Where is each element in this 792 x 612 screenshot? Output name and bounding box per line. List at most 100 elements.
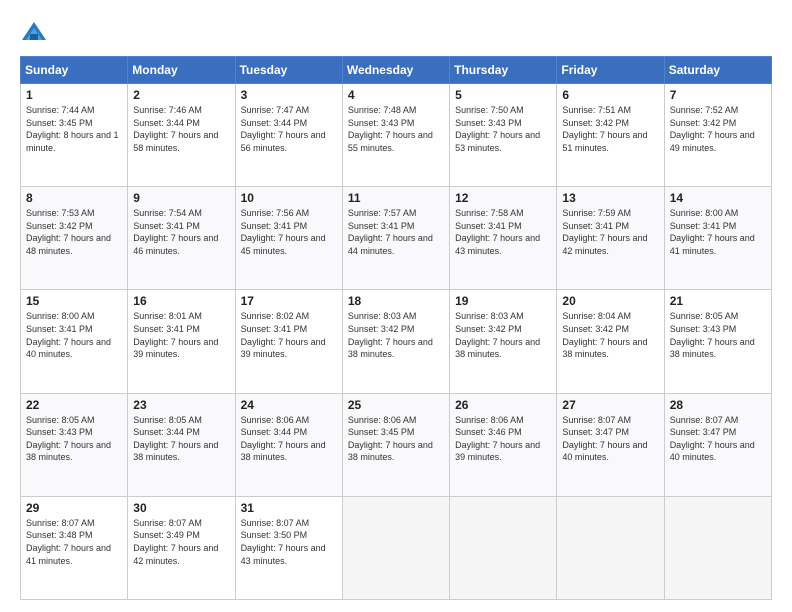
logo-icon [20,20,48,48]
day-number: 20 [562,294,658,308]
calendar-day-cell: 25 Sunrise: 8:06 AMSunset: 3:45 PMDayligh… [342,393,449,496]
day-number: 29 [26,501,122,515]
day-details: Sunrise: 8:07 AMSunset: 3:49 PMDaylight:… [133,517,229,567]
day-number: 19 [455,294,551,308]
day-number: 22 [26,398,122,412]
calendar-day-cell [664,496,771,599]
day-details: Sunrise: 8:03 AMSunset: 3:42 PMDaylight:… [348,310,444,360]
day-details: Sunrise: 8:06 AMSunset: 3:46 PMDaylight:… [455,414,551,464]
calendar-week-row: 15Sunrise: 8:00 AMSunset: 3:41 PMDayligh… [21,290,772,393]
day-number: 16 [133,294,229,308]
calendar-day-cell [557,496,664,599]
day-details: Sunrise: 8:06 AMSunset: 3:45 PMDaylight:… [348,414,444,464]
calendar-day-cell: 9 Sunrise: 7:54 AMSunset: 3:41 PMDaylight… [128,187,235,290]
day-number: 4 [348,88,444,102]
day-number: 27 [562,398,658,412]
calendar-day-cell: 5 Sunrise: 7:50 AMSunset: 3:43 PMDaylight… [450,84,557,187]
calendar-header-cell: Thursday [450,57,557,84]
calendar-day-cell: 12 Sunrise: 7:58 AMSunset: 3:41 PMDayligh… [450,187,557,290]
day-details: Sunrise: 7:50 AMSunset: 3:43 PMDaylight:… [455,104,551,154]
day-details: Sunrise: 8:03 AMSunset: 3:42 PMDaylight:… [455,310,551,360]
day-number: 15 [26,294,122,308]
day-number: 1 [26,88,122,102]
calendar-day-cell: 11 Sunrise: 7:57 AMSunset: 3:41 PMDayligh… [342,187,449,290]
calendar-week-row: 8 Sunrise: 7:53 AMSunset: 3:42 PMDaylight… [21,187,772,290]
day-number: 17 [241,294,337,308]
calendar-week-row: 22 Sunrise: 8:05 AMSunset: 3:43 PMDayligh… [21,393,772,496]
day-details: Sunrise: 8:05 AMSunset: 3:44 PMDaylight:… [133,414,229,464]
logo [20,20,52,48]
day-number: 3 [241,88,337,102]
day-details: Sunrise: 7:47 AMSunset: 3:44 PMDaylight:… [241,104,337,154]
day-number: 24 [241,398,337,412]
calendar-day-cell: 14 Sunrise: 8:00 AMSunset: 3:41 PMDayligh… [664,187,771,290]
day-number: 26 [455,398,551,412]
calendar-day-cell: 8 Sunrise: 7:53 AMSunset: 3:42 PMDaylight… [21,187,128,290]
day-number: 7 [670,88,766,102]
day-details: Sunrise: 8:07 AMSunset: 3:47 PMDaylight:… [670,414,766,464]
day-number: 21 [670,294,766,308]
calendar-day-cell: 7Sunrise: 7:52 AMSunset: 3:42 PMDaylight… [664,84,771,187]
header [20,16,772,48]
day-number: 28 [670,398,766,412]
day-number: 25 [348,398,444,412]
calendar-day-cell: 26 Sunrise: 8:06 AMSunset: 3:46 PMDayligh… [450,393,557,496]
day-details: Sunrise: 7:51 AMSunset: 3:42 PMDaylight:… [562,104,658,154]
day-details: Sunrise: 8:02 AMSunset: 3:41 PMDaylight:… [241,310,337,360]
calendar-day-cell: 28 Sunrise: 8:07 AMSunset: 3:47 PMDayligh… [664,393,771,496]
calendar-day-cell: 20 Sunrise: 8:04 AMSunset: 3:42 PMDayligh… [557,290,664,393]
calendar-day-cell: 24 Sunrise: 8:06 AMSunset: 3:44 PMDayligh… [235,393,342,496]
day-details: Sunrise: 7:54 AMSunset: 3:41 PMDaylight:… [133,207,229,257]
calendar-day-cell: 18 Sunrise: 8:03 AMSunset: 3:42 PMDayligh… [342,290,449,393]
day-number: 10 [241,191,337,205]
calendar-header-cell: Saturday [664,57,771,84]
day-details: Sunrise: 7:44 AMSunset: 3:45 PMDaylight:… [26,104,122,154]
calendar-day-cell: 1 Sunrise: 7:44 AMSunset: 3:45 PMDaylight… [21,84,128,187]
day-number: 9 [133,191,229,205]
calendar-day-cell: 6 Sunrise: 7:51 AMSunset: 3:42 PMDaylight… [557,84,664,187]
day-details: Sunrise: 8:07 AMSunset: 3:50 PMDaylight:… [241,517,337,567]
calendar-day-cell: 29 Sunrise: 8:07 AMSunset: 3:48 PMDayligh… [21,496,128,599]
day-details: Sunrise: 8:01 AMSunset: 3:41 PMDaylight:… [133,310,229,360]
calendar-day-cell: 22 Sunrise: 8:05 AMSunset: 3:43 PMDayligh… [21,393,128,496]
day-number: 18 [348,294,444,308]
day-details: Sunrise: 7:53 AMSunset: 3:42 PMDaylight:… [26,207,122,257]
calendar-day-cell: 27Sunrise: 8:07 AMSunset: 3:47 PMDayligh… [557,393,664,496]
day-details: Sunrise: 7:59 AMSunset: 3:41 PMDaylight:… [562,207,658,257]
calendar-body: 1 Sunrise: 7:44 AMSunset: 3:45 PMDaylight… [21,84,772,600]
day-details: Sunrise: 7:58 AMSunset: 3:41 PMDaylight:… [455,207,551,257]
day-number: 6 [562,88,658,102]
calendar-header-cell: Tuesday [235,57,342,84]
calendar-day-cell: 3 Sunrise: 7:47 AMSunset: 3:44 PMDaylight… [235,84,342,187]
calendar-day-cell: 21 Sunrise: 8:05 AMSunset: 3:43 PMDayligh… [664,290,771,393]
day-details: Sunrise: 8:00 AMSunset: 3:41 PMDaylight:… [670,207,766,257]
day-number: 12 [455,191,551,205]
day-details: Sunrise: 8:05 AMSunset: 3:43 PMDaylight:… [670,310,766,360]
day-details: Sunrise: 8:05 AMSunset: 3:43 PMDaylight:… [26,414,122,464]
day-details: Sunrise: 8:06 AMSunset: 3:44 PMDaylight:… [241,414,337,464]
calendar-day-cell: 15Sunrise: 8:00 AMSunset: 3:41 PMDayligh… [21,290,128,393]
day-details: Sunrise: 7:57 AMSunset: 3:41 PMDaylight:… [348,207,444,257]
page: SundayMondayTuesdayWednesdayThursdayFrid… [0,0,792,612]
calendar-day-cell [450,496,557,599]
day-number: 5 [455,88,551,102]
day-details: Sunrise: 7:48 AMSunset: 3:43 PMDaylight:… [348,104,444,154]
day-details: Sunrise: 8:04 AMSunset: 3:42 PMDaylight:… [562,310,658,360]
day-number: 13 [562,191,658,205]
day-number: 8 [26,191,122,205]
calendar-day-cell: 16 Sunrise: 8:01 AMSunset: 3:41 PMDayligh… [128,290,235,393]
day-number: 31 [241,501,337,515]
calendar-day-cell: 19 Sunrise: 8:03 AMSunset: 3:42 PMDayligh… [450,290,557,393]
day-number: 30 [133,501,229,515]
day-details: Sunrise: 8:07 AMSunset: 3:48 PMDaylight:… [26,517,122,567]
calendar-table: SundayMondayTuesdayWednesdayThursdayFrid… [20,56,772,600]
day-details: Sunrise: 7:56 AMSunset: 3:41 PMDaylight:… [241,207,337,257]
calendar-week-row: 29 Sunrise: 8:07 AMSunset: 3:48 PMDayligh… [21,496,772,599]
calendar-header-cell: Friday [557,57,664,84]
day-number: 11 [348,191,444,205]
day-number: 2 [133,88,229,102]
calendar-header-row: SundayMondayTuesdayWednesdayThursdayFrid… [21,57,772,84]
calendar-day-cell: 23Sunrise: 8:05 AMSunset: 3:44 PMDayligh… [128,393,235,496]
day-number: 14 [670,191,766,205]
calendar-header-cell: Wednesday [342,57,449,84]
